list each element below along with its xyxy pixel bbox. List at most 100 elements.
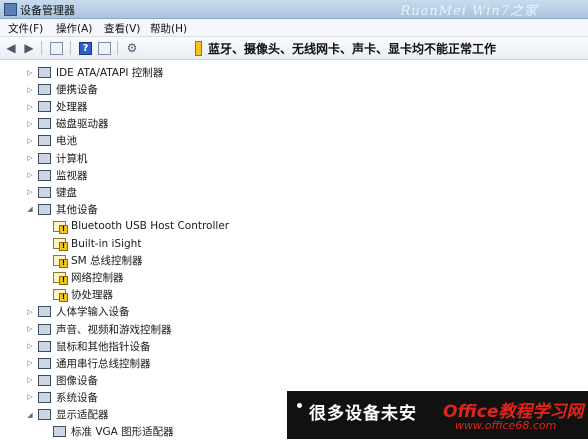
tree-row[interactable]: Bluetooth USB Host Controller — [41, 218, 229, 235]
expander-icon[interactable]: ▷ — [26, 359, 34, 367]
expander-icon[interactable]: ▷ — [26, 103, 34, 111]
menu-action[interactable]: 操作(A) — [56, 21, 92, 36]
expander-icon[interactable]: ▷ — [26, 154, 34, 162]
tree-row[interactable]: SM 总线控制器 — [41, 252, 143, 269]
expander-icon[interactable]: ▷ — [26, 120, 34, 128]
tree-row[interactable]: ▷ 计算机 — [26, 150, 88, 167]
tree-row[interactable]: ◢ 显示适配器 — [26, 406, 109, 423]
usb-icon — [38, 357, 51, 369]
warning-device-icon — [53, 272, 68, 286]
expander-icon[interactable]: ▷ — [26, 342, 34, 350]
notice-text: 蓝牙、摄像头、无线网卡、声卡、显卡均不能正常工作 — [208, 41, 497, 56]
toolbar-separator — [41, 41, 42, 55]
expander-icon[interactable]: ▷ — [26, 393, 34, 401]
tree-label: 显示适配器 — [56, 409, 109, 421]
ide-controller-icon — [38, 67, 51, 78]
sound-icon — [38, 323, 51, 335]
tree-row[interactable]: ▷ 图像设备 — [26, 372, 98, 389]
display-adapter-icon — [53, 426, 66, 438]
tree-row[interactable]: ▷ 声音、视频和游戏控制器 — [26, 321, 172, 338]
back-icon[interactable]: ◀ — [4, 41, 18, 55]
tree-label: SM 总线控制器 — [71, 255, 143, 268]
caption-text: 很多设备未安 — [309, 404, 417, 424]
properties-icon[interactable] — [50, 42, 63, 55]
scan-icon[interactable]: ⚙ — [125, 41, 139, 55]
tree-label: 监视器 — [56, 169, 88, 182]
disk-drive-icon — [38, 118, 51, 130]
window-title: 设备管理器 — [20, 4, 75, 17]
computer-icon — [38, 152, 51, 164]
warning-icon — [195, 40, 202, 56]
tree-label: 电池 — [56, 135, 77, 148]
expander-icon[interactable]: ▷ — [26, 171, 34, 179]
expander-icon[interactable]: ▷ — [26, 69, 34, 77]
menu-help[interactable]: 帮助(H) — [150, 21, 187, 36]
notice-banner: 蓝牙、摄像头、无线网卡、声卡、显卡均不能正常工作 — [195, 40, 496, 56]
tree-row[interactable]: 网络控制器 — [41, 269, 124, 286]
imaging-icon — [38, 374, 51, 386]
properties-icon[interactable] — [98, 42, 111, 55]
tree-label: 通用串行总线控制器 — [56, 357, 151, 370]
tree-row[interactable]: ▷ 鼠标和其他指针设备 — [26, 338, 151, 355]
warning-device-icon — [53, 255, 68, 269]
device-tree: ▷ IDE ATA/ATAPI 控制器 ▷ 便携设备 ▷ 处理器 ▷ 磁盘驱动器 ▷ 电池 ▷ 计算机… — [0, 60, 588, 439]
bullet-icon — [297, 403, 302, 408]
tree-row[interactable]: ▷ 键盘 — [26, 184, 77, 201]
tree-row[interactable]: ▷ 人体学输入设备 — [26, 303, 130, 320]
system-device-icon — [38, 391, 51, 403]
tree-row[interactable]: ▷ 便携设备 — [26, 81, 98, 98]
tree-row[interactable]: ▷ 处理器 — [26, 98, 88, 115]
expander-icon[interactable]: ▷ — [26, 188, 34, 196]
mouse-icon — [38, 340, 51, 352]
tree-row[interactable]: 协处理器 — [41, 286, 113, 303]
tree-label: 处理器 — [56, 101, 88, 114]
tree-label: 协处理器 — [71, 289, 113, 302]
title-bar: 设备管理器 RuanMei Win7之家 — [0, 0, 588, 19]
expander-icon[interactable]: ▷ — [26, 137, 34, 145]
tree-label: 声音、视频和游戏控制器 — [56, 323, 172, 336]
toolbar-separator — [117, 41, 118, 55]
tree-label: 其他设备 — [56, 203, 98, 216]
help-icon[interactable]: ? — [79, 42, 92, 55]
keyboard-icon — [38, 186, 51, 198]
expander-icon[interactable]: ▷ — [26, 376, 34, 384]
tree-row[interactable]: ▷ 系统设备 — [26, 389, 98, 406]
monitor-icon — [38, 169, 51, 181]
tree-row[interactable]: ▷ 磁盘驱动器 — [26, 115, 109, 132]
menu-file[interactable]: 文件(F) — [8, 21, 43, 36]
caption-overlay: 很多设备未安 Office教程学习网 www.office68.com — [287, 391, 588, 439]
menu-view[interactable]: 查看(V) — [104, 21, 140, 36]
battery-icon — [38, 135, 51, 147]
tree-row[interactable]: ▷ IDE ATA/ATAPI 控制器 — [26, 64, 163, 81]
site-url: www.office68.com — [455, 419, 557, 432]
tree-label: IDE ATA/ATAPI 控制器 — [56, 67, 164, 79]
expander-icon[interactable]: ◢ — [26, 205, 34, 213]
toolbar-separator — [70, 41, 71, 55]
tree-row[interactable]: ▷ 监视器 — [26, 167, 88, 184]
tree-label: 图像设备 — [56, 374, 98, 387]
tree-label: Bluetooth USB Host Controller — [71, 220, 230, 233]
expander-icon[interactable]: ▷ — [26, 86, 34, 94]
expander-icon[interactable]: ▷ — [26, 325, 34, 333]
tree-label: 网络控制器 — [71, 272, 124, 285]
tree-row[interactable]: Built-in iSight — [41, 235, 141, 252]
tree-label: 系统设备 — [56, 391, 98, 404]
tree-row[interactable]: ▷ 电池 — [26, 132, 77, 149]
expander-icon[interactable]: ◢ — [26, 411, 34, 419]
tree-row[interactable]: ◢ 其他设备 — [26, 201, 98, 218]
processor-icon — [38, 101, 51, 113]
tree-row[interactable]: ▷ 通用串行总线控制器 — [26, 355, 151, 372]
portable-device-icon — [38, 84, 51, 96]
display-adapter-icon — [38, 409, 51, 420]
tree-label: 磁盘驱动器 — [56, 118, 109, 131]
forward-icon[interactable]: ▶ — [22, 41, 36, 55]
hid-icon — [38, 306, 51, 318]
unknown-device-icon — [38, 203, 51, 215]
tree-row[interactable]: 标准 VGA 图形适配器 — [41, 423, 174, 440]
tree-label: 人体学输入设备 — [56, 306, 130, 319]
warning-device-icon — [53, 220, 68, 234]
tree-label: 键盘 — [56, 186, 77, 199]
tree-label: 计算机 — [56, 152, 88, 165]
expander-icon[interactable]: ▷ — [26, 308, 34, 316]
warning-device-icon — [53, 238, 68, 251]
